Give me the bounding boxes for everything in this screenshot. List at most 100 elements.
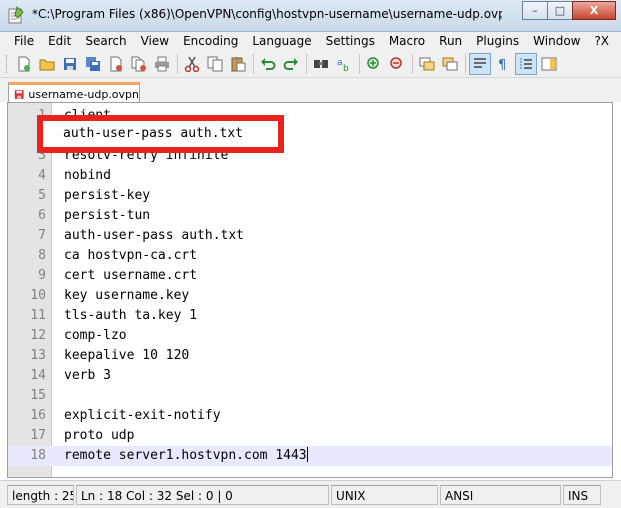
open-file-button[interactable] xyxy=(36,53,58,75)
print-button[interactable] xyxy=(151,53,173,75)
save-icon xyxy=(64,58,76,70)
line-text: ca hostvpn-ca.crt xyxy=(64,248,198,263)
unsaved-file-icon xyxy=(14,89,24,99)
editor-line[interactable]: 8 ca hostvpn-ca.crt xyxy=(8,246,612,266)
copy-icon xyxy=(207,56,223,72)
print-icon xyxy=(155,56,169,72)
close-window-button[interactable]: X xyxy=(572,1,616,20)
sync-horizontal-icon xyxy=(442,57,458,71)
cut-icon xyxy=(184,56,200,72)
sync-horizontal-button[interactable] xyxy=(439,53,461,75)
undo-button[interactable] xyxy=(257,53,279,75)
status-bar: length : 259 Ln : 18 Col : 32 Sel : 0 | … xyxy=(0,480,621,508)
open-file-icon xyxy=(39,59,55,71)
line-number: 7 xyxy=(38,228,46,243)
zoom-out-button[interactable] xyxy=(386,53,408,75)
line-text: explicit-exit-notify xyxy=(64,408,221,423)
notepad-plus-plus-icon xyxy=(8,6,24,24)
new-file-icon xyxy=(18,56,30,72)
text-caret xyxy=(306,447,308,462)
menu-window[interactable]: Window xyxy=(526,32,587,51)
maximize-button[interactable]: □ xyxy=(547,1,573,20)
menu-run[interactable]: Run xyxy=(432,32,469,51)
editor-line[interactable]: 11 tls-auth ta.key 1 xyxy=(8,306,612,326)
replace-button[interactable]: ab xyxy=(333,53,355,75)
paste-button[interactable] xyxy=(227,53,249,75)
svg-text:a: a xyxy=(337,58,343,68)
toolbar-separator xyxy=(253,54,254,74)
menu-bar: File Edit Search View Encoding Language … xyxy=(0,32,621,51)
editor-line[interactable]: 5 persist-key xyxy=(8,186,612,206)
menu-settings[interactable]: Settings xyxy=(319,32,382,51)
line-number: 4 xyxy=(38,168,46,183)
status-encoding: ANSI xyxy=(440,485,561,505)
editor-line[interactable]: 17 proto udp xyxy=(8,426,612,446)
editor-line[interactable]: 15 xyxy=(8,386,612,406)
replace-icon: ab xyxy=(337,58,349,72)
menu-plugins[interactable]: Plugins xyxy=(469,32,526,51)
editor-line[interactable]: 16 explicit-exit-notify xyxy=(8,406,612,426)
line-number: 16 xyxy=(30,408,46,423)
word-wrap-button[interactable] xyxy=(469,53,491,75)
menu-view[interactable]: View xyxy=(134,32,176,51)
line-number: 18 xyxy=(30,448,46,463)
cut-button[interactable] xyxy=(181,53,203,75)
word-wrap-icon xyxy=(474,58,486,68)
editor-line[interactable]: 10 key username.key xyxy=(8,286,612,306)
line-text: persist-tun xyxy=(64,208,151,223)
minimize-button[interactable]: – xyxy=(522,1,548,20)
show-all-chars-icon: ¶ xyxy=(498,58,506,72)
editor-line[interactable]: 7 auth-user-pass auth.txt xyxy=(8,226,612,246)
status-length: length : 259 xyxy=(7,485,74,505)
menu-macro[interactable]: Macro xyxy=(382,32,432,51)
zoom-in-icon xyxy=(367,57,379,69)
editor-line[interactable]: 14 verb 3 xyxy=(8,366,612,386)
line-number: 14 xyxy=(30,368,46,383)
editor-line[interactable]: 18 remote server1.hostvpn.com 1443 xyxy=(8,446,612,466)
copy-button[interactable] xyxy=(204,53,226,75)
close-document-button[interactable]: X xyxy=(601,32,609,50)
line-text: remote server1.hostvpn.com 1443 xyxy=(64,447,308,463)
redo-icon xyxy=(283,58,298,70)
tab-username-udp-ovpn[interactable]: username-udp.ovpn xyxy=(8,82,140,103)
toolbar: ab ¶ xyxy=(0,51,621,78)
editor-line[interactable]: 13 keepalive 10 120 xyxy=(8,346,612,366)
editor-area[interactable]: 1client2dev tun3resolv-retry infinite4no… xyxy=(7,102,613,478)
redo-button[interactable] xyxy=(280,53,302,75)
editor-line[interactable]: 4 nobind xyxy=(8,166,612,186)
line-number: 12 xyxy=(30,328,46,343)
line-text: cert username.crt xyxy=(64,268,198,283)
indent-guide-button[interactable] xyxy=(515,53,537,75)
new-file-button[interactable] xyxy=(13,53,35,75)
menu-file[interactable]: File xyxy=(0,32,41,51)
tab-bar: username-udp.ovpn xyxy=(0,78,621,103)
zoom-in-button[interactable] xyxy=(363,53,385,75)
close-button[interactable] xyxy=(105,53,127,75)
find-button[interactable] xyxy=(310,53,332,75)
status-mode: INS xyxy=(563,485,601,505)
editor-line[interactable]: 12 comp-lzo xyxy=(8,326,612,346)
doc-map-button[interactable] xyxy=(538,53,560,75)
status-position: Ln : 18 Col : 32 Sel : 0 | 0 xyxy=(76,485,329,505)
show-all-chars-button[interactable]: ¶ xyxy=(492,53,514,75)
close-all-button[interactable] xyxy=(128,53,150,75)
toolbar-grip[interactable] xyxy=(6,55,9,73)
line-text: auth-user-pass auth.txt xyxy=(64,228,245,243)
save-all-button[interactable] xyxy=(82,53,104,75)
menu-edit[interactable]: Edit xyxy=(41,32,78,51)
menu-search[interactable]: Search xyxy=(78,32,133,51)
editor-line[interactable]: 9 cert username.crt xyxy=(8,266,612,286)
save-button[interactable] xyxy=(59,53,81,75)
undo-icon xyxy=(261,58,276,70)
zoom-out-icon xyxy=(390,57,402,69)
line-text: nobind xyxy=(64,168,111,183)
svg-text:¶: ¶ xyxy=(498,58,506,72)
toolbar-separator xyxy=(177,54,178,74)
save-all-icon xyxy=(86,57,100,71)
line-text: persist-key xyxy=(64,188,151,203)
sync-vertical-button[interactable] xyxy=(416,53,438,75)
line-number: 15 xyxy=(30,388,46,403)
editor-line[interactable]: 6 persist-tun xyxy=(8,206,612,226)
menu-language[interactable]: Language xyxy=(245,32,318,51)
menu-encoding[interactable]: Encoding xyxy=(176,32,245,51)
